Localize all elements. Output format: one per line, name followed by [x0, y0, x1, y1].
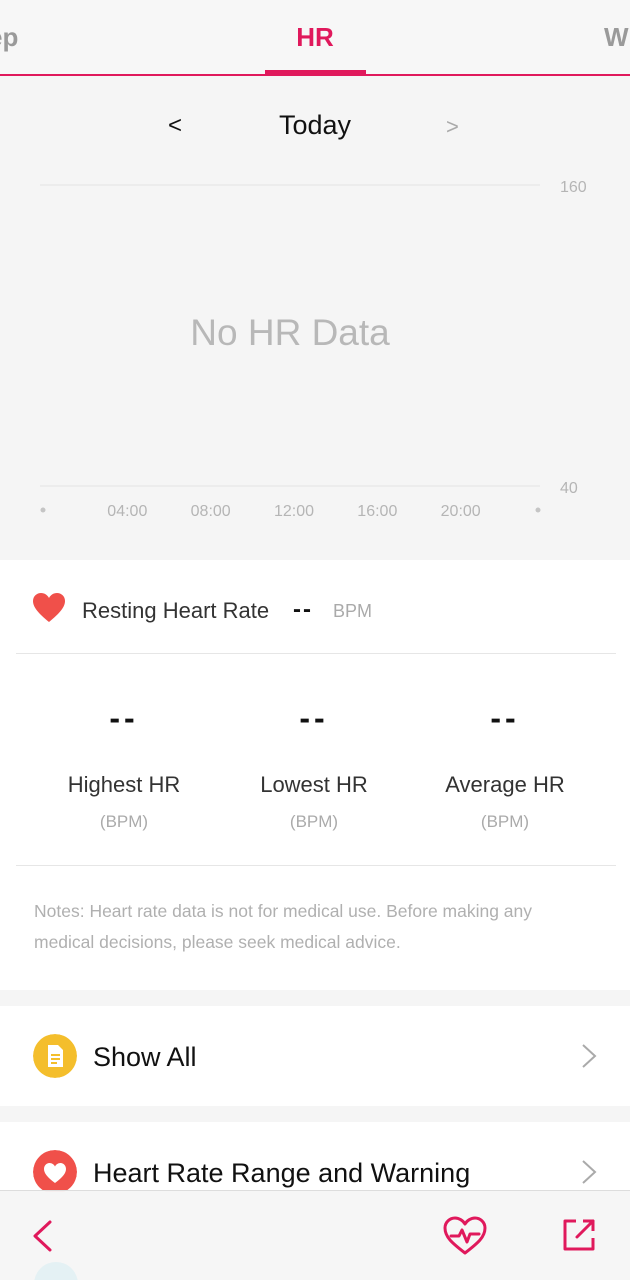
resting-heart-rate-value: -- [293, 596, 313, 623]
hr-chart-svg: 160 40 04:00 08:00 12:00 16:00 20:00 [40, 179, 587, 520]
heart-rate-range-label: Heart Rate Range and Warning [93, 1158, 471, 1188]
bottom-action-bar [0, 1190, 630, 1280]
divider [16, 653, 616, 654]
average-hr-value: -- [490, 700, 520, 736]
hr-summary-card: Resting Heart Rate -- BPM -- Highest HR … [0, 560, 630, 990]
y-tick-label: 160 [560, 179, 587, 196]
x-tick-label: 20:00 [441, 503, 481, 520]
show-all-row[interactable]: Show All [0, 1006, 630, 1106]
resting-heart-rate-unit: BPM [333, 601, 373, 621]
resting-heart-rate-label: Resting Heart Rate [82, 598, 270, 623]
tab-hr[interactable]: HR [0, 22, 630, 53]
no-data-message: No HR Data [190, 312, 390, 353]
heart-rate-range-row[interactable]: Heart Rate Range and Warning [0, 1122, 630, 1192]
lowest-hr-label: Lowest HR [260, 772, 368, 797]
x-tick-label: 16:00 [357, 503, 397, 520]
x-tick-label: 08:00 [191, 503, 231, 520]
top-tab-bar: ep HR W [0, 0, 630, 76]
date-label: Today [278, 110, 352, 140]
chevron-right-icon [582, 1160, 597, 1184]
average-hr-label: Average HR [445, 772, 565, 797]
resting-heart-rate-row: Resting Heart Rate -- BPM [0, 560, 630, 653]
average-hr-unit: (BPM) [480, 812, 530, 831]
show-all-label: Show All [93, 1042, 197, 1072]
highest-hr-stat: -- Highest HR (BPM) [24, 700, 224, 832]
chevron-right-icon [582, 1044, 597, 1068]
highest-hr-value: -- [109, 700, 139, 736]
lowest-hr-value: -- [299, 700, 329, 736]
hr-chart: 160 40 04:00 08:00 12:00 16:00 20:00 No HR Dat… [0, 160, 630, 550]
share-external-icon[interactable] [561, 1217, 597, 1253]
x-tick-label: 12:00 [274, 503, 314, 520]
lowest-hr-unit: (BPM) [289, 812, 339, 831]
active-tab-indicator [265, 70, 366, 75]
heart-circle-icon [33, 1150, 77, 1192]
heart-pulse-icon[interactable] [442, 1215, 488, 1257]
x-axis-end-dot [535, 507, 541, 513]
highest-hr-unit: (BPM) [99, 812, 149, 831]
x-axis-start-dot [40, 507, 46, 513]
average-hr-stat: -- Average HR (BPM) [405, 700, 605, 832]
back-arrow-icon[interactable] [30, 1219, 56, 1253]
divider [16, 865, 616, 866]
highest-hr-label: Highest HR [67, 772, 181, 797]
y-tick-label: 40 [560, 480, 578, 497]
lowest-hr-stat: -- Lowest HR (BPM) [214, 700, 414, 832]
tab-weight-partial[interactable]: W [604, 22, 629, 53]
x-tick-label: 04:00 [107, 503, 147, 520]
next-day-button[interactable]: > [446, 114, 459, 140]
document-icon [33, 1034, 77, 1078]
heart-icon [33, 593, 65, 622]
medical-notes: Notes: Heart rate data is not for medica… [34, 901, 533, 952]
